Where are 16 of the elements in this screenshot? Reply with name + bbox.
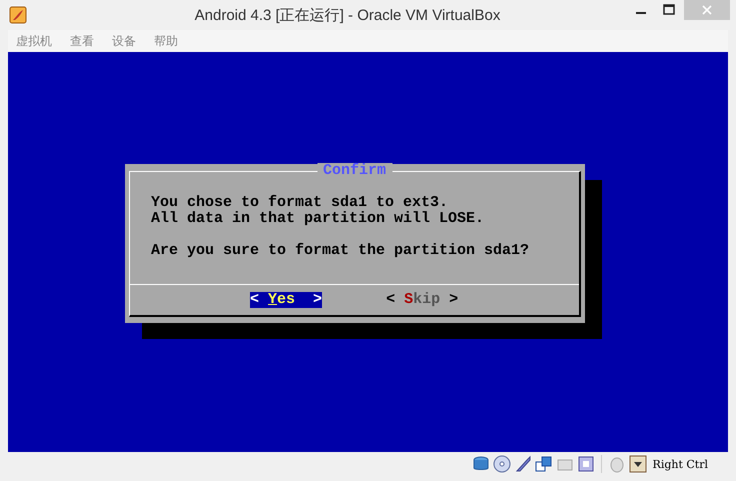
message-text: All data in that partition will LOSE. bbox=[151, 211, 486, 227]
app-icon bbox=[9, 6, 27, 24]
menu-item[interactable]: 虚拟机 bbox=[16, 32, 52, 50]
window-title: Android 4.3 [正在运行] - Oracle VM VirtualBox bbox=[194, 6, 502, 24]
menu-item[interactable]: 设备 bbox=[112, 32, 136, 50]
optical-disc-icon[interactable] bbox=[492, 455, 511, 473]
dialog-button[interactable]: < Yes > bbox=[250, 292, 322, 308]
message-text: You chose to format sda1 to ext3. bbox=[151, 195, 450, 211]
dialog-button[interactable]: < Skip > bbox=[386, 292, 458, 308]
hard-disk-icon[interactable] bbox=[472, 455, 490, 473]
message-text: Are you sure to format the partition sda1? bbox=[151, 243, 530, 259]
network-icon[interactable] bbox=[534, 455, 553, 473]
host-key-label: Right Ctrl bbox=[652, 458, 708, 470]
menu-item[interactable]: 查看 bbox=[70, 32, 94, 50]
keyboard-capture-icon[interactable] bbox=[628, 455, 647, 473]
menu-item[interactable]: 帮助 bbox=[154, 32, 178, 50]
